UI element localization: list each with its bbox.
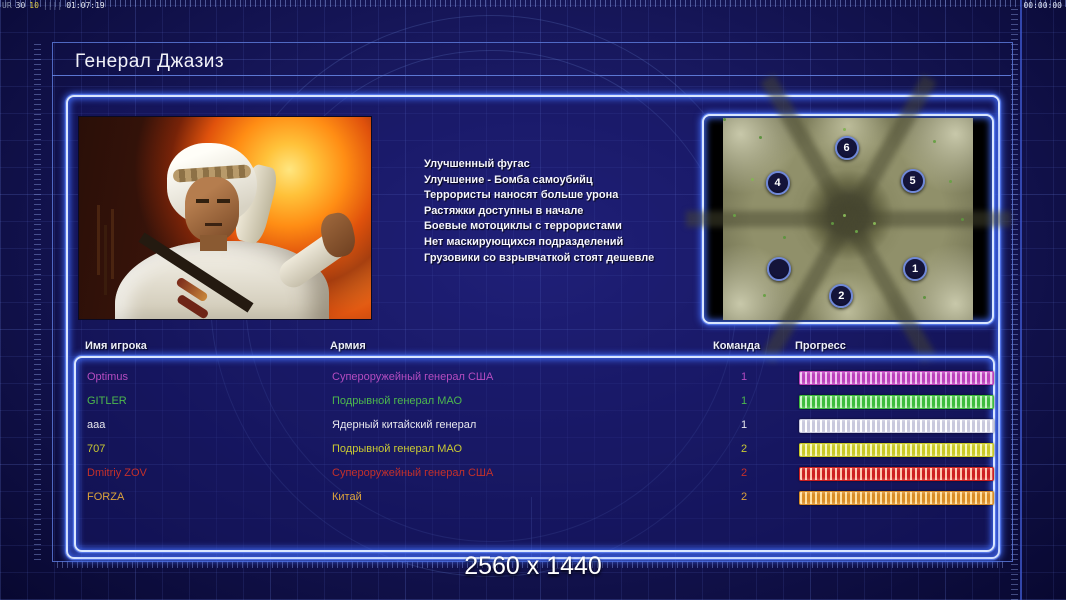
bonus-line: Улучшение - Бомба самоубийц bbox=[424, 173, 593, 186]
player-army: Супероружейный генерал США bbox=[332, 467, 494, 479]
debug-segment: 30 bbox=[15, 1, 26, 10]
player-team: 1 bbox=[740, 395, 748, 407]
player-progress-bar bbox=[799, 419, 994, 433]
bonus-line: Улучшенный фугас bbox=[424, 158, 530, 170]
player-team: 2 bbox=[740, 467, 748, 479]
player-army: Подрывной генерал МАО bbox=[332, 443, 463, 455]
resolution-label: 2560 x 1440 bbox=[464, 552, 602, 580]
debug-segment: |||| bbox=[42, 1, 63, 10]
map-start-marker: 1 bbox=[903, 257, 927, 282]
map-terrain: 6 4 5 1 2 bbox=[685, 74, 1011, 364]
player-name: Dmitriy ZOV bbox=[87, 467, 147, 479]
column-header-team: Команда bbox=[713, 340, 761, 352]
column-header-name: Имя игрока bbox=[85, 340, 147, 352]
player-row: GITLER Подрывной генерал МАО 1 bbox=[76, 390, 994, 414]
player-progress-bar bbox=[799, 443, 994, 457]
portrait-mouth bbox=[205, 223, 222, 226]
map-start-marker: 4 bbox=[765, 170, 790, 195]
debug-segment: UR bbox=[2, 1, 12, 10]
portrait-truss bbox=[97, 205, 100, 275]
general-portrait bbox=[78, 116, 372, 320]
bonus-line: Нет маскирующихся подразделений bbox=[424, 235, 624, 248]
bonus-line: Террористы наносят больше урона bbox=[424, 189, 619, 202]
player-progress-bar bbox=[799, 371, 994, 385]
player-army: Китай bbox=[332, 491, 362, 503]
player-team: 1 bbox=[740, 371, 748, 383]
player-team: 2 bbox=[740, 443, 748, 455]
game-clock: 00:00:00 bbox=[1023, 1, 1062, 10]
player-row: 707 Подрывной генерал МАО 2 bbox=[76, 438, 994, 462]
ruler-left bbox=[34, 40, 41, 560]
player-row: FORZA Китай 2 bbox=[76, 486, 994, 510]
map-start-marker bbox=[766, 257, 791, 282]
blueprint-edge-line bbox=[1020, 0, 1022, 600]
map-trees bbox=[723, 118, 726, 121]
player-row: aaa Ядерный китайский генерал 1 bbox=[76, 414, 994, 438]
map-start-marker: 2 bbox=[829, 283, 854, 308]
page-title: Генерал Джазиз bbox=[75, 51, 225, 72]
debug-timer-overlay: UR 30 10 |||| 01:07:19 bbox=[2, 1, 109, 11]
player-name: 707 bbox=[87, 443, 106, 455]
column-header-progress: Прогресс bbox=[795, 340, 846, 352]
portrait-face bbox=[185, 177, 239, 241]
player-army: Подрывной генерал МАО bbox=[332, 395, 463, 407]
bonus-line: Грузовики со взрывчаткой стоят дешевле bbox=[424, 251, 655, 264]
portrait-neck bbox=[200, 235, 227, 251]
debug-segment: 10 bbox=[29, 1, 39, 10]
player-name: GITLER bbox=[87, 395, 127, 407]
ruler-top bbox=[0, 0, 1066, 7]
player-army: Супероружейный генерал США bbox=[332, 371, 494, 383]
player-name: aaa bbox=[87, 419, 106, 431]
player-row: Dmitriy ZOV Супероружейный генерал США 2 bbox=[76, 462, 994, 486]
debug-segment: 01:07:19 bbox=[66, 1, 105, 10]
player-progress-bar bbox=[799, 395, 994, 409]
player-list-panel: Optimus Супероружейный генерал США 1 GIT… bbox=[74, 356, 995, 552]
general-bonus-list: Улучшенный фугас Улучшение - Бомба самоуб… bbox=[424, 157, 710, 266]
bonus-line: Боевые мотоциклы с террористами bbox=[424, 220, 622, 233]
map-preview: 6 4 5 1 2 bbox=[685, 74, 1011, 364]
map-start-marker: 5 bbox=[900, 168, 925, 193]
portrait-eyes bbox=[196, 199, 209, 203]
player-progress-bar bbox=[799, 467, 994, 481]
map-start-marker: 6 bbox=[834, 136, 859, 161]
bonus-line: Растяжки доступны в начале bbox=[424, 204, 584, 217]
player-name: FORZA bbox=[87, 491, 125, 503]
player-row: Optimus Супероружейный генерал США 1 bbox=[76, 366, 994, 390]
player-name: Optimus bbox=[87, 371, 128, 383]
player-progress-bar bbox=[799, 491, 994, 505]
player-army: Ядерный китайский генерал bbox=[332, 419, 477, 431]
player-team: 1 bbox=[740, 419, 748, 431]
loading-screen: UR 30 10 |||| 01:07:19 00:00:00 Генерал Джаз… bbox=[0, 0, 1066, 600]
column-header-army: Армия bbox=[330, 340, 366, 352]
player-team: 2 bbox=[740, 491, 748, 503]
player-rows: Optimus Супероружейный генерал США 1 GIT… bbox=[76, 366, 994, 510]
